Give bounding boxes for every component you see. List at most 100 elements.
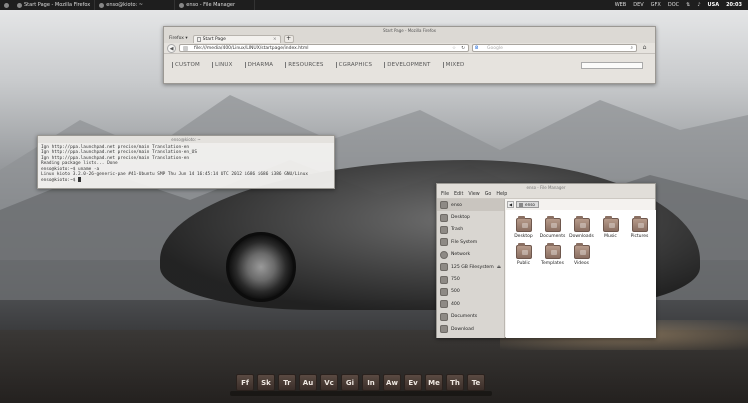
sidebar-item-file-system[interactable]: File System — [437, 236, 504, 248]
link-custom[interactable]: CUSTOM — [172, 62, 200, 68]
search-icon[interactable]: ⌕ — [630, 45, 633, 52]
folder-icon — [602, 216, 619, 232]
menu-help[interactable]: Help — [496, 191, 507, 198]
dock-item-tr[interactable]: Tr — [278, 374, 296, 391]
tab-start-page[interactable]: Start Page × — [192, 34, 281, 43]
network-icon[interactable]: ⇅ — [686, 2, 690, 8]
close-tab-icon[interactable]: × — [273, 37, 277, 42]
keyboard-layout[interactable]: USA — [708, 2, 720, 8]
workspace-dev[interactable]: DEV — [633, 2, 643, 8]
dock-item-te[interactable]: Te — [467, 374, 485, 391]
link-linux[interactable]: LINUX — [212, 62, 233, 68]
desktop-icon — [440, 213, 448, 222]
sidebar-item-enso[interactable]: enso — [437, 199, 504, 212]
sidebar-item-label: 400 — [451, 301, 460, 307]
folder-icon — [515, 243, 532, 259]
taskbar-item-label: Start Page - Mozilla Firefox — [24, 2, 91, 8]
file-item-music[interactable]: Music — [596, 216, 625, 239]
file-item-desktop[interactable]: Desktop — [509, 216, 538, 239]
menu-file[interactable]: File — [441, 191, 449, 198]
dock-item-ff[interactable]: Ff — [236, 374, 254, 391]
sidebar-item-desktop[interactable]: Desktop — [437, 211, 504, 223]
sidebar-item-500[interactable]: 500 — [437, 286, 504, 298]
link-development[interactable]: DEVELOPMENT — [384, 62, 430, 68]
link-resources[interactable]: RESOURCES — [285, 62, 323, 68]
sidebar-item-125gb[interactable]: 125 GB Filesystem ⏏ — [437, 261, 504, 273]
trash-icon — [440, 225, 448, 234]
taskbar-item-label: enso@kioto: ~ — [106, 2, 144, 8]
terminal-output[interactable]: Ign http://ppa.launchpad.net precise/mai… — [38, 143, 334, 186]
network-icon — [440, 250, 448, 259]
drive-icon — [440, 238, 448, 247]
drive-icon — [440, 263, 448, 272]
workspace-web[interactable]: WEB — [615, 2, 627, 8]
workspace-doc[interactable]: DOC — [668, 2, 679, 8]
path-crumb-enso[interactable]: enso — [516, 200, 539, 208]
volume-icon[interactable]: ♪ — [697, 2, 700, 8]
file-item-videos[interactable]: Videos — [567, 243, 596, 266]
folder-icon — [440, 300, 448, 309]
dock-item-au[interactable]: Au — [299, 374, 317, 391]
file-item-templates[interactable]: Templates — [538, 243, 567, 266]
dock-item-gi[interactable]: Gi — [341, 374, 359, 391]
dock-item-th[interactable]: Th — [446, 374, 464, 391]
dock-item-ev[interactable]: Ev — [404, 374, 422, 391]
folder-icon — [440, 312, 448, 321]
reload-icon[interactable]: ↻ — [461, 45, 465, 52]
terminal-cursor — [78, 177, 82, 183]
file-item-documents[interactable]: Documents — [538, 216, 567, 239]
home-button[interactable]: ⌂ — [640, 44, 649, 52]
back-button[interactable]: ◀ — [167, 43, 176, 53]
taskbar-item-terminal[interactable]: enso@kioto: ~ — [95, 0, 176, 10]
workspace-gfx[interactable]: GFX — [651, 2, 661, 8]
folder-icon — [440, 325, 448, 334]
clock[interactable]: 20:03 — [726, 2, 742, 8]
startpage-search-input[interactable] — [581, 62, 643, 69]
firefox-menu-button[interactable]: Firefox ▾ — [167, 36, 190, 41]
new-tab-button[interactable]: + — [283, 34, 294, 43]
dock-item-in[interactable]: In — [362, 374, 380, 391]
sidebar-item-network[interactable]: Network — [437, 249, 504, 261]
link-dharma[interactable]: DHARMA — [244, 62, 274, 68]
menu-view[interactable]: View — [468, 191, 479, 198]
file-item-public[interactable]: Public — [509, 243, 538, 266]
tab-label: Start Page — [202, 36, 226, 42]
dock: Ff Sk Tr Au Vc Gi In Aw Ev Me Th Te — [236, 374, 485, 391]
window-title: enso - File Manager — [437, 184, 655, 191]
taskbar-item-file-manager[interactable]: enso - File Manager — [175, 0, 256, 10]
terminal-line: Linux kioto 3.2.0-26-generic-pae #41-Ubu… — [41, 172, 308, 178]
eject-icon[interactable]: ⏏ — [497, 265, 501, 270]
path-back-icon[interactable]: ◀ — [507, 200, 514, 208]
dock-item-me[interactable]: Me — [425, 374, 443, 391]
dock-item-sk[interactable]: Sk — [257, 374, 275, 391]
file-item-downloads[interactable]: Downloads — [567, 216, 596, 239]
google-icon: 8 — [475, 46, 479, 51]
menu-go[interactable]: Go — [485, 191, 492, 198]
sidebar-item-trash[interactable]: Trash — [437, 224, 504, 236]
folder-icon — [440, 287, 448, 296]
file-item-pictures[interactable]: Pictures — [625, 216, 654, 239]
menu-bar: File Edit View Go Help — [437, 191, 655, 199]
dock-item-vc[interactable]: Vc — [320, 374, 338, 391]
sidebar-item-750[interactable]: 750 — [437, 273, 504, 285]
top-panel: Start Page - Mozilla Firefox enso@kioto:… — [0, 0, 748, 10]
bookmark-star-icon[interactable]: ☆ — [452, 45, 456, 52]
search-input[interactable]: 8 Google ⌕ — [472, 44, 637, 52]
panel-menu-icon[interactable] — [0, 0, 13, 10]
home-folder-icon — [440, 201, 448, 210]
file-label: Videos — [574, 261, 589, 266]
link-mixed[interactable]: MIXED — [442, 62, 465, 68]
terminal-prompt-line: enso@kioto:~$ — [41, 177, 331, 183]
sidebar-item-label: Desktop — [451, 215, 470, 221]
folder-icon — [515, 216, 532, 232]
sidebar-item-documents[interactable]: Documents — [437, 311, 504, 323]
taskbar-item-firefox[interactable]: Start Page - Mozilla Firefox — [13, 0, 96, 10]
terminal-window[interactable]: enso@kioto: ~ Ign http://ppa.launchpad.n… — [37, 135, 335, 189]
dock-item-aw[interactable]: Aw — [383, 374, 401, 391]
menu-edit[interactable]: Edit — [454, 191, 463, 198]
link-cgraphics[interactable]: CGRAPHICS — [335, 62, 373, 68]
url-bar[interactable]: file:///media/400/Linux/LINUX/startpage/… — [179, 44, 469, 52]
sidebar-item-400[interactable]: 400 — [437, 298, 504, 310]
taskbar-item-label: enso - File Manager — [186, 2, 236, 8]
sidebar-item-download[interactable]: Download — [437, 323, 504, 335]
